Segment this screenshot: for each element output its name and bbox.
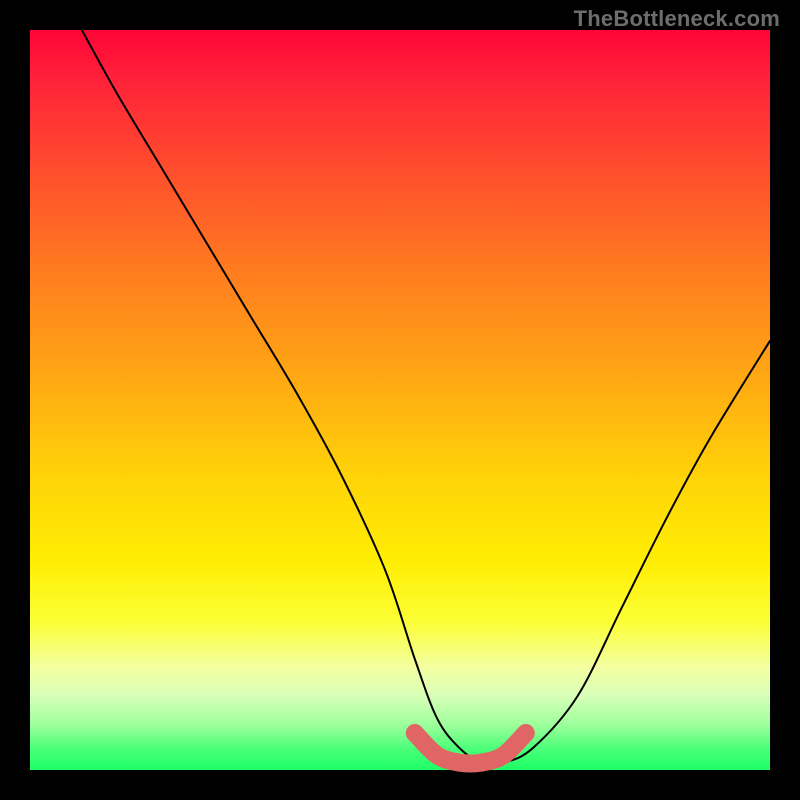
watermark-text: TheBottleneck.com — [574, 6, 780, 32]
optimal-range-path — [415, 733, 526, 764]
curve-layer — [30, 30, 770, 770]
bottleneck-curve-path — [82, 30, 770, 764]
chart-frame: TheBottleneck.com — [0, 0, 800, 800]
plot-area — [30, 30, 770, 770]
